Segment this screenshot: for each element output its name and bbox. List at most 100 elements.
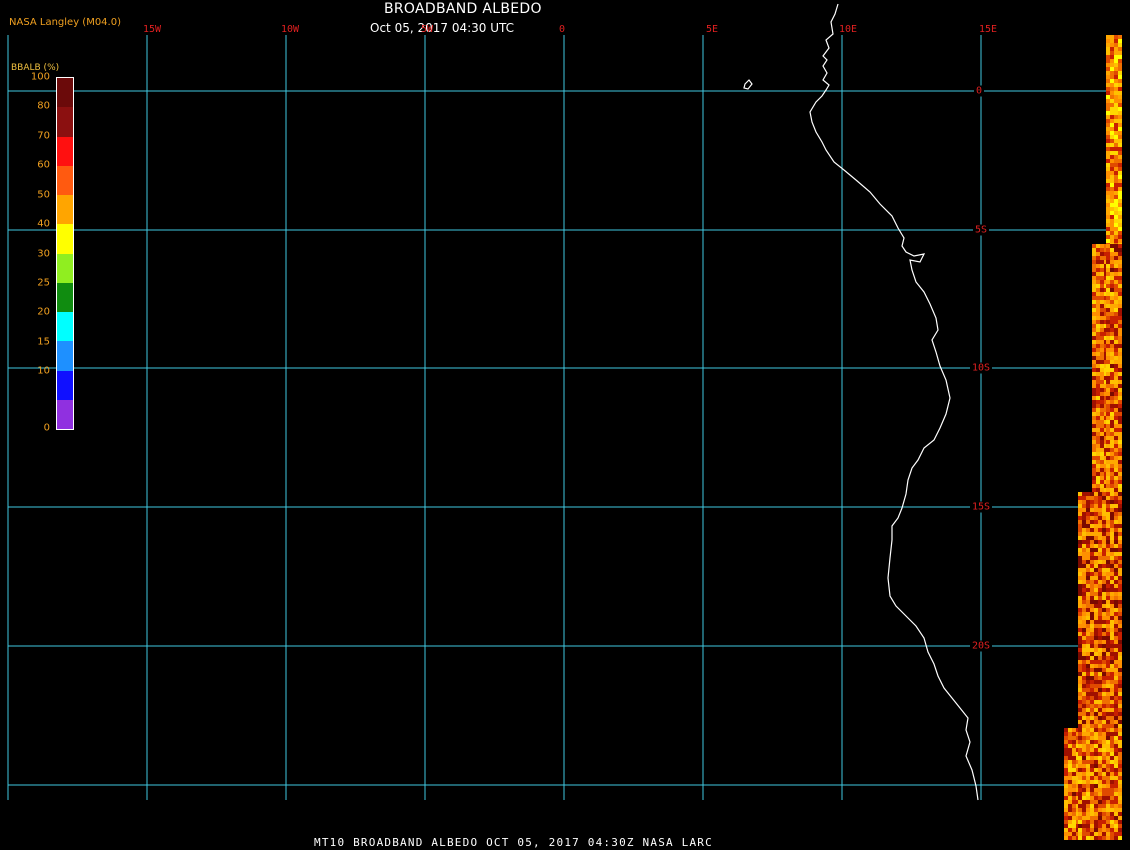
swath-pixel [1086,800,1090,804]
swath-pixel [1102,560,1106,564]
swath-pixel [1106,47,1110,51]
swath-pixel [1098,760,1102,764]
swath-pixel [1086,556,1090,560]
swath-pixel [1110,776,1114,780]
swath-pixel [1114,219,1118,223]
swath-pixel [1118,139,1122,143]
swath-pixel [1100,336,1104,340]
swath-pixel [1068,784,1072,788]
swath-pixel [1106,372,1110,376]
swath-pixel [1114,416,1118,420]
swath-pixel [1106,43,1110,47]
swath-pixel [1078,760,1082,764]
swath-pixel [1090,764,1094,768]
swath-pixel [1118,296,1122,300]
swath-pixel [1114,187,1118,191]
swath-pixel [1072,828,1076,832]
swath-pixel [1090,796,1094,800]
swath-pixel [1064,736,1068,740]
swath-pixel [1118,179,1122,183]
swath-pixel [1098,692,1102,696]
swath-pixel [1092,440,1096,444]
swath-pixel [1110,528,1114,532]
swath-pixel [1098,820,1102,824]
swath-pixel [1078,716,1082,720]
swath-pixel [1102,620,1106,624]
swath-pixel [1090,620,1094,624]
swath-pixel [1110,500,1114,504]
swath-pixel [1082,684,1086,688]
swath-pixel [1064,792,1068,796]
swath-pixel [1100,348,1104,352]
swath-pixel [1098,728,1102,732]
swath-pixel [1082,760,1086,764]
swath-pixel [1110,380,1114,384]
swath-pixel [1086,684,1090,688]
swath-pixel [1118,219,1122,223]
swath-pixel [1090,804,1094,808]
swath-pixel [1082,700,1086,704]
swath-pixel [1082,696,1086,700]
swath-pixel [1102,628,1106,632]
swath-pixel [1094,540,1098,544]
swath-pixel [1118,348,1122,352]
swath-pixel [1114,736,1118,740]
swath-pixel [1110,632,1114,636]
swath-pixel [1078,536,1082,540]
swath-pixel [1100,304,1104,308]
swath-pixel [1090,704,1094,708]
swath-pixel [1064,816,1068,820]
swath-pixel [1094,536,1098,540]
swath-pixel [1114,468,1118,472]
swath-pixel [1114,284,1118,288]
swath-pixel [1090,568,1094,572]
swath-pixel [1118,620,1122,624]
swath-pixel [1118,163,1122,167]
swath-pixel [1078,708,1082,712]
swath-pixel [1106,760,1110,764]
swath-pixel [1114,107,1118,111]
swath-pixel [1114,548,1118,552]
swath-pixel [1098,536,1102,540]
swath-pixel [1078,680,1082,684]
swath-pixel [1114,556,1118,560]
swath-pixel [1090,640,1094,644]
swath-pixel [1102,700,1106,704]
swath-pixel [1078,604,1082,608]
swath-pixel [1094,808,1098,812]
swath-pixel [1118,656,1122,660]
swath-pixel [1114,79,1118,83]
swath-pixel [1094,824,1098,828]
swath-pixel [1118,211,1122,215]
swath-pixel [1110,388,1114,392]
swath-pixel [1114,804,1118,808]
swath-pixel [1072,752,1076,756]
swath-pixel [1114,203,1118,207]
swath-pixel [1118,199,1122,203]
swath-pixel [1098,520,1102,524]
swath-pixel [1106,420,1110,424]
swath-pixel [1114,716,1118,720]
swath-pixel [1114,648,1118,652]
swath-pixel [1098,644,1102,648]
swath-pixel [1114,608,1118,612]
swath-pixel [1114,332,1118,336]
swath-pixel [1114,99,1118,103]
swath-pixel [1114,616,1118,620]
swath-pixel [1078,796,1082,800]
swath-pixel [1090,720,1094,724]
swath-pixel [1106,336,1110,340]
swath-pixel [1078,828,1082,832]
swath-pixel [1082,720,1086,724]
swath-pixel [1086,600,1090,604]
swath-pixel [1090,536,1094,540]
swath-pixel [1114,340,1118,344]
swath-pixel [1100,272,1104,276]
swath-pixel [1110,416,1114,420]
swath-pixel [1090,648,1094,652]
swath-pixel [1096,424,1100,428]
swath-pixel [1082,744,1086,748]
swath-pixel [1118,83,1122,87]
swath-pixel [1114,264,1118,268]
swath-pixel [1086,584,1090,588]
